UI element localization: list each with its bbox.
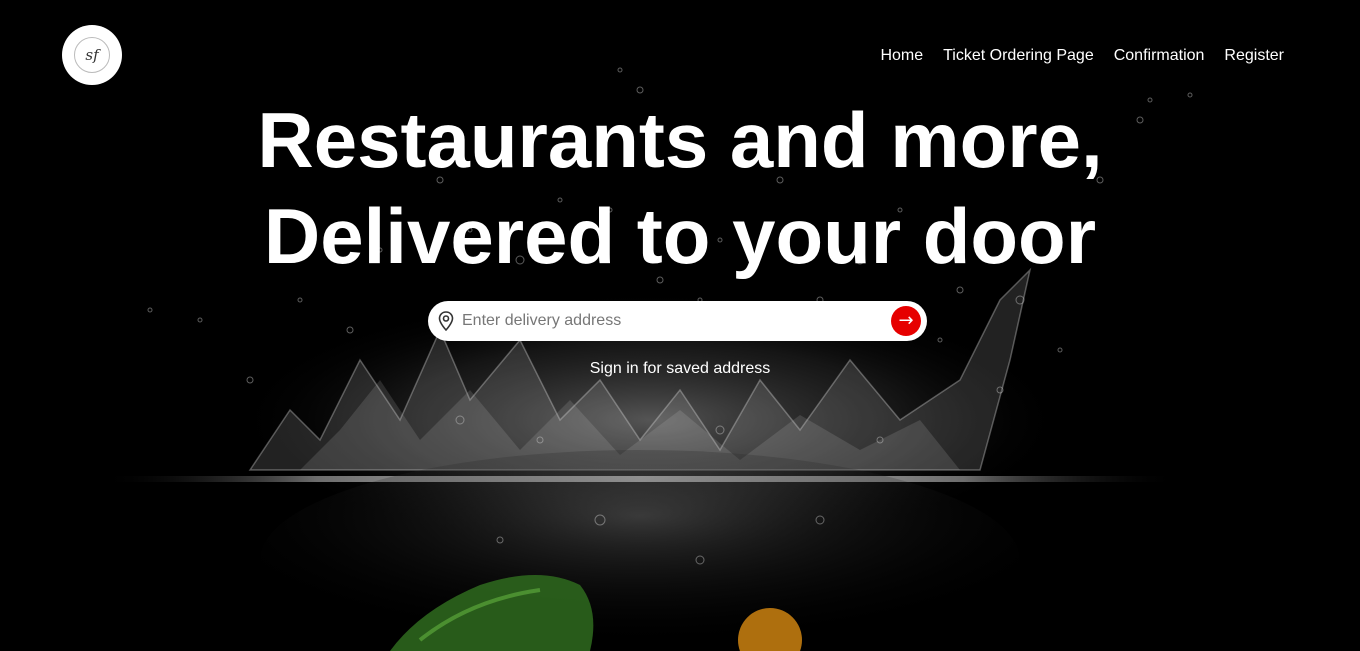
submit-address-button[interactable]: → <box>891 306 921 336</box>
headline-line-2: Delivered to your door <box>263 192 1097 280</box>
signin-link[interactable]: Sign in for saved address <box>590 360 771 377</box>
address-search-bar: → <box>428 301 927 341</box>
main-nav: Home Ticket Ordering Page Confirmation R… <box>880 47 1284 65</box>
brand-logo[interactable]: sf <box>62 25 122 85</box>
nav-item-home[interactable]: Home <box>880 47 923 65</box>
arrow-right-icon: → <box>898 310 914 331</box>
delivery-address-input[interactable] <box>462 306 872 336</box>
hero-section: sf Home Ticket Ordering Page Confirmatio… <box>0 0 1360 651</box>
nav-item-confirmation[interactable]: Confirmation <box>1114 47 1205 65</box>
nav-item-register[interactable]: Register <box>1224 47 1284 65</box>
location-pin-icon <box>438 311 454 331</box>
headline-line-1: Restaurants and more, <box>257 96 1103 184</box>
logo-text: sf <box>85 46 99 64</box>
signin-prompt: Sign in for saved address <box>0 360 1360 378</box>
hero-headline: Restaurants and more, Delivered to your … <box>0 92 1360 284</box>
nav-item-ticket-ordering-page[interactable]: Ticket Ordering Page <box>943 47 1094 65</box>
